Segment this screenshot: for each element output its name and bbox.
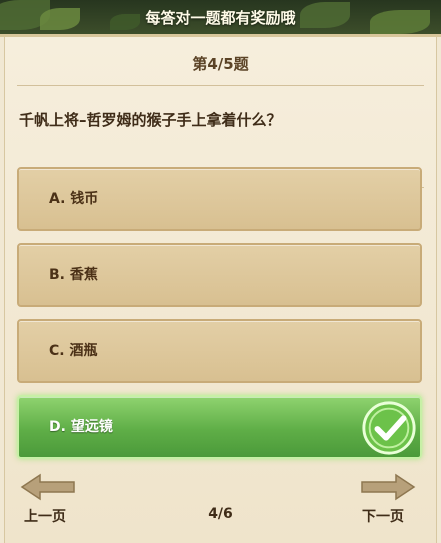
next-page-button[interactable]: 下一页: [362, 506, 404, 526]
arrow-right-icon[interactable]: [360, 472, 416, 502]
option-c-label: C. 酒瓶: [49, 343, 98, 359]
quiz-panel-inner: 第4/5题 千帆上将–哲罗姆的猴子手上拿着什么？ A. 钱币 B. 香蕉 C. …: [4, 37, 437, 543]
question-number: 第4/5题: [192, 55, 249, 73]
option-a[interactable]: A. 钱币: [17, 167, 422, 231]
option-a-label: A. 钱币: [49, 191, 99, 207]
quiz-panel: 第4/5题 千帆上将–哲罗姆的猴子手上拿着什么？ A. 钱币 B. 香蕉 C. …: [0, 34, 441, 543]
arrow-left-icon[interactable]: [20, 472, 76, 502]
option-c[interactable]: C. 酒瓶: [17, 319, 422, 383]
banner-title: 每答对一题都有奖励哦: [145, 9, 296, 27]
header-divider: [17, 85, 424, 86]
option-b-label: B. 香蕉: [49, 267, 98, 283]
question-text: 千帆上将–哲罗姆的猴子手上拿着什么？: [19, 111, 282, 129]
option-d[interactable]: D. 望远镜: [17, 395, 422, 459]
option-d-label: D. 望远镜: [49, 419, 113, 435]
option-b[interactable]: B. 香蕉: [17, 243, 422, 307]
checkmark-icon: [362, 401, 416, 455]
bottom-nav: 上一页 4/6 下一页: [0, 470, 441, 540]
